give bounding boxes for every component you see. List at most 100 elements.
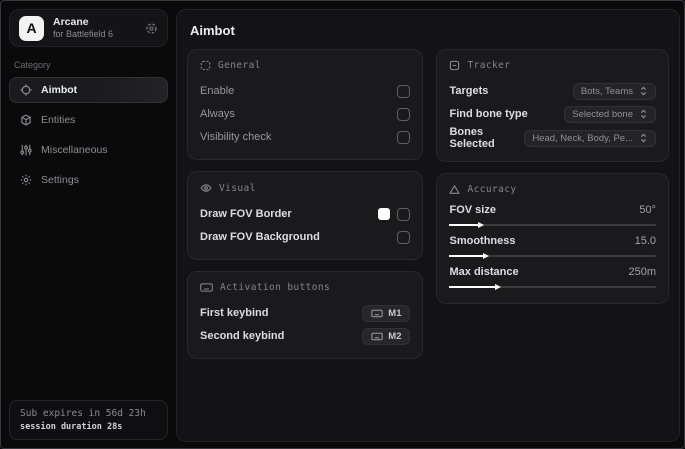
dropdown-value: Head, Neck, Body, Pe... <box>532 132 633 144</box>
app-logo-card: A Arcane for Battlefield 6 <box>9 9 168 47</box>
subscription-status-box: Sub expires in 56d 23h session duration … <box>9 400 168 440</box>
setting-label: Find bone type <box>449 108 528 120</box>
accuracy-card-header: Accuracy <box>449 184 656 195</box>
right-column: Tracker Targets Bots, Teams Find bone ty… <box>436 49 669 315</box>
visual-card-title: Visual <box>219 182 256 194</box>
targets-dropdown[interactable]: Bots, Teams <box>572 82 656 100</box>
checkbox-draw-fov-border[interactable] <box>397 207 411 221</box>
tracker-card-title: Tracker <box>467 60 511 71</box>
chevrons-up-down-icon <box>639 133 648 143</box>
scan-square-icon <box>449 60 460 71</box>
bones-selected-dropdown[interactable]: Head, Neck, Body, Pe... <box>524 129 656 147</box>
visual-card: Visual Draw FOV Border Draw FOV Backgrou… <box>187 171 424 260</box>
setting-label: Draw FOV Border <box>200 208 292 220</box>
setting-row-always: Always <box>200 103 411 125</box>
slider-row-header: Smoothness 15.0 <box>449 235 656 247</box>
main-panel: Aimbot General Enable Always Visibility … <box>176 9 680 442</box>
setting-label: Targets <box>449 85 489 97</box>
sidebar-item-aimbot[interactable]: Aimbot <box>9 77 168 103</box>
slider-row-header: Max distance 250m <box>449 266 656 278</box>
keyboard-icon <box>200 282 213 293</box>
chevrons-up-down-icon <box>639 109 648 119</box>
sidebar-item-miscellaneous[interactable]: Miscellaneous <box>9 137 168 163</box>
slider-value: 50° <box>639 204 656 216</box>
slider-row-fov-size: FOV size 50° <box>449 204 656 228</box>
setting-row-find-bone-type: Find bone type Selected bone <box>449 103 656 125</box>
setting-row-draw-fov-border: Draw FOV Border <box>200 203 411 225</box>
general-card-header: General <box>200 60 410 71</box>
setting-label: Enable <box>200 85 235 97</box>
app-title-block: Arcane for Battlefield 6 <box>53 16 136 40</box>
app-logo: A <box>19 15 44 41</box>
entities-cube-icon <box>20 114 32 126</box>
checkbox-always[interactable] <box>397 107 411 121</box>
setting-label: Always <box>200 108 235 120</box>
setting-label: Bones Selected <box>449 126 495 150</box>
chevrons-up-down-icon <box>639 86 648 96</box>
slider-value: 250m <box>628 266 656 278</box>
setting-label: Visibility check <box>200 131 272 143</box>
sidebar-item-label: Settings <box>41 174 79 186</box>
setting-label: Max distance <box>449 266 519 278</box>
setting-row-enable: Enable <box>200 80 411 102</box>
dashed-square-icon <box>200 60 211 71</box>
sidebar-item-label: Entities <box>41 114 76 126</box>
visual-card-header: Visual <box>200 182 410 194</box>
sync-icon[interactable] <box>145 22 158 35</box>
setting-label: Draw FOV Background <box>200 231 320 243</box>
setting-label: First keybind <box>200 307 269 319</box>
checkbox-enable[interactable] <box>397 84 411 98</box>
eye-icon <box>200 182 212 194</box>
activation-card-title: Activation buttons <box>220 282 331 293</box>
sliders-icon <box>20 144 32 156</box>
general-card-title: General <box>218 60 261 71</box>
max-distance-slider[interactable] <box>449 283 656 290</box>
sidebar: A Arcane for Battlefield 6 Category Aimb… <box>1 1 176 448</box>
app-window: A Arcane for Battlefield 6 Category Aimb… <box>0 0 685 449</box>
left-column: General Enable Always Visibility check V… <box>187 49 424 370</box>
keybind-button-first[interactable]: M1 <box>362 304 411 322</box>
checkbox-visibility-check[interactable] <box>397 130 411 144</box>
slider-fill <box>449 252 489 259</box>
sidebar-item-label: Miscellaneous <box>41 144 108 156</box>
tracker-card: Tracker Targets Bots, Teams Find bone ty… <box>436 49 669 162</box>
keybind-value: M2 <box>388 330 402 342</box>
checkbox-draw-fov-background[interactable] <box>397 230 411 244</box>
accuracy-card-title: Accuracy <box>467 184 517 195</box>
dropdown-value: Selected bone <box>572 108 633 120</box>
setting-row-second-keybind: Second keybind M2 <box>200 325 411 347</box>
slider-fill <box>449 221 485 228</box>
find-bone-type-dropdown[interactable]: Selected bone <box>564 105 656 123</box>
crosshair-icon <box>20 84 32 96</box>
sub-expiry-text: Sub expires in 56d 23h <box>20 408 146 419</box>
sidebar-item-entities[interactable]: Entities <box>9 107 168 133</box>
accuracy-card: Accuracy FOV size 50° Smoothness 15.0 Ma… <box>436 173 669 304</box>
activation-card-header: Activation buttons <box>200 282 410 293</box>
slider-fill <box>449 283 502 290</box>
setting-row-first-keybind: First keybind M1 <box>200 302 411 324</box>
session-duration-text: session duration 28s <box>20 422 123 432</box>
fov-border-controls <box>378 207 411 221</box>
activation-buttons-card: Activation buttons First keybind M1 Seco… <box>187 271 424 359</box>
keyboard-icon <box>371 309 383 318</box>
keyboard-icon <box>371 332 383 341</box>
smoothness-slider[interactable] <box>449 252 656 259</box>
general-card: General Enable Always Visibility check <box>187 49 424 160</box>
slider-row-max-distance: Max distance 250m <box>449 266 656 290</box>
category-label: Category <box>14 60 51 70</box>
triangle-icon <box>449 184 461 195</box>
app-name: Arcane <box>53 15 89 28</box>
app-subtitle: for Battlefield 6 <box>53 28 114 39</box>
fov-size-slider[interactable] <box>449 221 656 228</box>
gear-icon <box>20 174 32 186</box>
setting-row-draw-fov-background: Draw FOV Background <box>200 226 411 248</box>
slider-value: 15.0 <box>634 235 656 247</box>
keybind-value: M1 <box>388 307 402 319</box>
setting-row-bones-selected: Bones Selected Head, Neck, Body, Pe... <box>449 126 656 150</box>
color-swatch[interactable] <box>378 208 391 220</box>
keybind-button-second[interactable]: M2 <box>362 327 411 345</box>
sidebar-item-settings[interactable]: Settings <box>9 167 168 193</box>
slider-row-smoothness: Smoothness 15.0 <box>449 235 656 259</box>
dropdown-value: Bots, Teams <box>580 85 633 97</box>
